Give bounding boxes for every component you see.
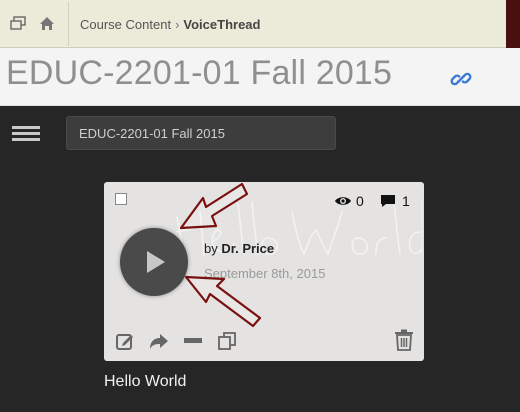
course-title-bar: EDUC-2201-01 Fall 2015 bbox=[0, 48, 520, 106]
breadcrumb-bar: Course Content › VoiceThread bbox=[0, 0, 520, 48]
hamburger-menu-icon[interactable] bbox=[12, 126, 40, 142]
breadcrumb: Course Content › VoiceThread bbox=[80, 17, 260, 32]
share-icon[interactable] bbox=[148, 331, 170, 351]
eye-icon bbox=[335, 197, 351, 205]
page-title: EDUC-2201-01 Fall 2015 bbox=[6, 54, 393, 92]
link-icon[interactable] bbox=[450, 68, 472, 90]
trash-icon[interactable] bbox=[394, 329, 416, 351]
edit-icon[interactable] bbox=[114, 331, 136, 351]
comment-count-value: 1 bbox=[402, 193, 410, 209]
upper-arrow bbox=[179, 182, 249, 230]
select-checkbox[interactable] bbox=[115, 193, 127, 205]
comment-count: 1 bbox=[380, 193, 410, 209]
window-edge bbox=[506, 0, 520, 48]
annotation-arrows bbox=[179, 182, 262, 328]
comment-icon bbox=[381, 195, 395, 207]
breadcrumb-separator: › bbox=[175, 17, 180, 32]
thread-title[interactable]: Hello World bbox=[104, 373, 186, 391]
lower-arrow bbox=[184, 275, 262, 328]
breadcrumb-current: VoiceThread bbox=[183, 17, 261, 32]
home-icon[interactable] bbox=[38, 14, 56, 32]
breadcrumb-divider bbox=[68, 2, 69, 46]
new-window-icon[interactable] bbox=[9, 14, 27, 32]
view-count-value: 0 bbox=[356, 193, 364, 209]
view-count: 0 bbox=[334, 193, 364, 209]
course-selector[interactable]: EDUC-2201-01 Fall 2015 bbox=[66, 116, 336, 150]
breadcrumb-course-content[interactable]: Course Content bbox=[80, 17, 171, 32]
play-icon bbox=[147, 251, 165, 273]
